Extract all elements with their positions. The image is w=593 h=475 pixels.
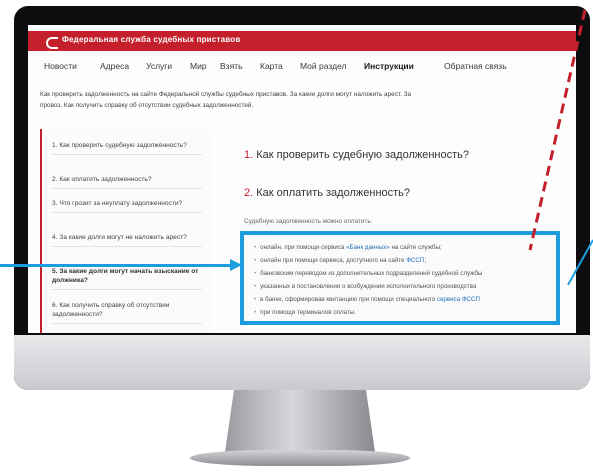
red-dashed-line	[528, 9, 587, 251]
blue-callout-line	[567, 239, 593, 286]
dashed-callout-lines	[528, 9, 593, 286]
